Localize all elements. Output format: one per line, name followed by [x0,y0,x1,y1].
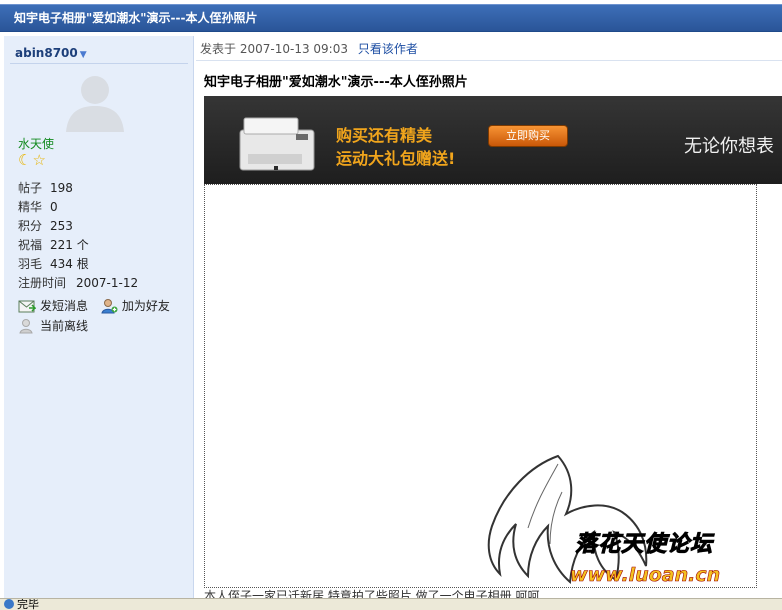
author-sidebar: abin8700 ▼ 水天使 ☾☆ 帖子 198 精华 0 积分 253 祝福 221 个… [4,36,194,598]
promo-line-2: 运动大礼包赠送! [336,149,456,168]
stat-label: 帖子 [18,181,43,195]
stat-register-date: 注册时间 2007-1-12 [18,274,188,293]
author-actions: 发短消息 加为好友 当前离线 [18,296,194,336]
stat-value: 198 [50,181,73,195]
action-row: 发短消息 加为好友 [18,296,194,316]
author-username[interactable]: abin8700 [15,46,78,60]
stat-blessings: 祝福 221 个 [18,236,188,255]
send-message-label[interactable]: 发短消息 [40,296,88,316]
thread-title-bar: 知宇电子相册"爱如潮水"演示---本人侄孙照片 [0,4,782,32]
online-status-label: 当前离线 [40,319,89,333]
add-friend-button[interactable]: 加为好友 [100,296,170,316]
divider [196,60,782,61]
stat-value: 221 个 [50,238,89,252]
stat-value: 253 [50,219,73,233]
add-friend-label[interactable]: 加为好友 [122,296,170,316]
author-stats: 帖子 198 精华 0 积分 253 祝福 221 个 羽毛 434 根 注册时间 2007… [18,179,188,293]
status-row: 当前离线 [18,316,194,336]
post-meta: 发表于 2007-10-13 09:03 只看该作者 [200,40,418,57]
send-message-button[interactable]: 发短消息 [18,296,88,316]
forum-watermark-name: 落花天使论坛 [574,532,714,558]
envelope-icon [18,300,36,313]
post-title: 知宇电子相册"爱如潮水"演示---本人侄孙照片 [204,75,468,90]
ad-banner[interactable]: 购买还有精美 运动大礼包赠送! 立即购买 无论你想表 [204,96,782,184]
promo-line-1: 购买还有精美 [336,126,433,145]
buy-now-button[interactable]: 立即购买 [488,125,568,147]
author-username-menu[interactable]: abin8700 ▼ [15,46,87,60]
stat-label: 羽毛 [18,257,43,271]
star-icon: ☆ [32,151,47,169]
posted-at-label: 发表于 [200,42,237,56]
stat-label: 精华 [18,200,43,214]
chevron-down-icon[interactable]: ▼ [80,50,87,60]
posted-at: 2007-10-13 09:03 [239,42,348,56]
stat-label: 注册时间 [18,276,67,290]
stat-label: 积分 [18,219,43,233]
divider [10,63,188,64]
banner-slogan: 无论你想表 [684,136,774,157]
stat-points: 积分 253 [18,217,188,236]
online-status: 当前离线 [18,316,88,336]
stat-label: 祝福 [18,238,43,252]
stat-value: 434 根 [50,257,89,271]
stat-digest: 精华 0 [18,198,188,217]
avatar [66,76,124,132]
rank-title: 水天使 [18,137,55,151]
stat-value: 0 [50,200,58,214]
stat-posts: 帖子 198 [18,179,188,198]
user-add-icon [101,299,118,314]
browser-status-bar: 完毕 [0,598,782,610]
globe-icon [4,599,14,609]
offline-user-icon [19,319,33,334]
stat-feathers: 羽毛 434 根 [18,255,188,274]
status-text: 完毕 [17,598,39,610]
rank-icons: ☾☆ [18,151,47,169]
thread-title: 知宇电子相册"爱如潮水"演示---本人侄孙照片 [14,11,258,25]
stat-value: 2007-1-12 [76,276,139,290]
only-author-link[interactable]: 只看该作者 [358,42,418,56]
printer-image [239,117,315,171]
forum-watermark-url: www.luoan.cn [570,564,721,587]
moon-icon: ☾ [18,151,33,169]
